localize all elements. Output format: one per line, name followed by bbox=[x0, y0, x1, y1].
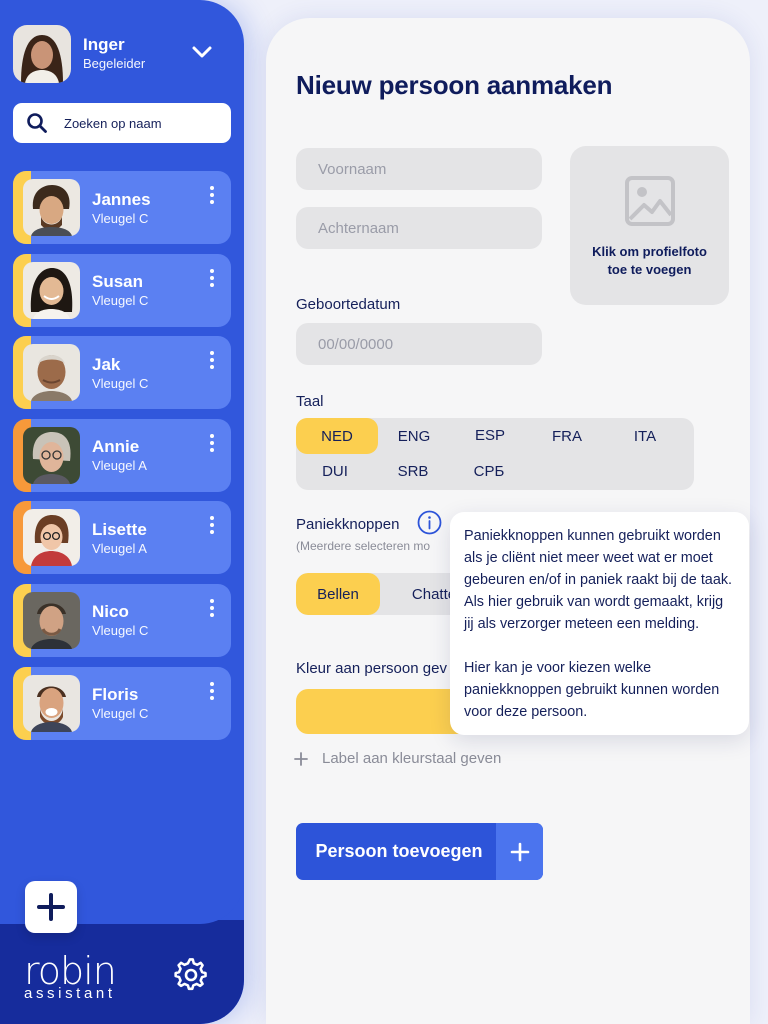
search-icon bbox=[27, 113, 47, 133]
client-name: Nico bbox=[92, 602, 129, 622]
add-person-plus bbox=[496, 823, 543, 880]
plus-icon bbox=[294, 751, 308, 766]
user-name: Inger bbox=[83, 35, 125, 54]
client-card-lisette[interactable]: Lisette Vleugel A bbox=[13, 501, 231, 575]
add-person-label: Persoon toevoegen bbox=[315, 841, 483, 861]
client-photo bbox=[23, 344, 80, 402]
client-card-susan[interactable]: Susan Vleugel C bbox=[13, 253, 231, 327]
client-card-annie[interactable]: Annie Vleugel A bbox=[13, 418, 231, 492]
search-input[interactable] bbox=[64, 115, 214, 131]
user-avatar bbox=[13, 25, 71, 83]
robin-assistant-logo: robin assistant bbox=[24, 952, 134, 1006]
language-option-esp[interactable]: ESP bbox=[449, 417, 531, 453]
client-ward: Vleugel C bbox=[92, 210, 149, 226]
more-options-icon[interactable] bbox=[209, 515, 215, 535]
client-photo bbox=[23, 261, 80, 319]
client-ward: Vleugel C bbox=[92, 706, 149, 722]
client-photo bbox=[23, 591, 80, 649]
client-card-nico[interactable]: Nico Vleugel C bbox=[13, 583, 231, 657]
photo-upload-text: Klik om profielfoto toe te voegen bbox=[592, 244, 707, 277]
language-option-ned[interactable]: NED bbox=[296, 418, 378, 454]
language-option-dui[interactable]: DUI bbox=[294, 453, 376, 489]
client-name: Floris bbox=[92, 685, 139, 705]
panic-buttons-tooltip: Paniekknoppen kunnen gebruikt worden als… bbox=[450, 512, 749, 735]
add-color-label-link[interactable]: Label aan kleurstaal geven bbox=[294, 750, 501, 767]
add-person-button[interactable]: Persoon toevoegen bbox=[296, 823, 543, 880]
plus-icon bbox=[510, 842, 529, 861]
panic-option-call[interactable]: Bellen bbox=[296, 573, 380, 615]
client-photo bbox=[23, 509, 80, 567]
page-title: Nieuw persoon aanmaken bbox=[296, 70, 613, 100]
client-card-jak[interactable]: Jak Vleugel C bbox=[13, 336, 231, 410]
client-ward: Vleugel A bbox=[92, 458, 147, 474]
client-ward: Vleugel C bbox=[92, 623, 149, 639]
plus-icon bbox=[37, 893, 65, 921]
lastname-field bbox=[296, 207, 542, 249]
client-photo bbox=[23, 674, 80, 732]
client-name: Annie bbox=[92, 437, 140, 457]
client-ward: Vleugel C bbox=[92, 293, 149, 309]
tooltip-paragraph-2: Hier kan je voor kiezen welke paniekknop… bbox=[464, 660, 720, 720]
color-label: Kleur aan persoon gev bbox=[296, 660, 447, 677]
panic-buttons-hint: (Meerdere selecteren mo bbox=[296, 539, 431, 553]
add-color-label-text: Label aan kleurstaal geven bbox=[322, 750, 502, 767]
client-ward: Vleugel C bbox=[92, 375, 149, 391]
client-name: Jannes bbox=[92, 189, 151, 209]
lastname-input[interactable] bbox=[318, 219, 518, 237]
gear-icon[interactable] bbox=[174, 958, 208, 992]
language-option-srb[interactable]: SRB bbox=[372, 453, 454, 489]
logo-sub: assistant bbox=[24, 985, 116, 1002]
image-icon bbox=[625, 176, 675, 226]
client-name: Lisette bbox=[92, 519, 147, 539]
firstname-input[interactable] bbox=[318, 160, 518, 178]
client-name: Jak bbox=[92, 354, 121, 374]
sidebar: Inger Begeleider Jannes Vleugel C bbox=[0, 0, 244, 1024]
more-options-icon[interactable] bbox=[209, 681, 215, 701]
tooltip-paragraph-1: Paniekknoppen kunnen gebruikt worden als… bbox=[464, 528, 733, 632]
client-card-jannes[interactable]: Jannes Vleugel C bbox=[13, 171, 231, 244]
more-options-icon[interactable] bbox=[209, 185, 215, 205]
more-options-icon[interactable] bbox=[209, 268, 215, 288]
firstname-field bbox=[296, 148, 542, 190]
more-options-icon[interactable] bbox=[209, 433, 215, 453]
language-label: Taal bbox=[296, 393, 324, 410]
client-ward: Vleugel A bbox=[92, 540, 147, 556]
search-bar bbox=[13, 103, 231, 143]
language-option-srb-cyrillic[interactable]: СРБ bbox=[448, 453, 530, 489]
panic-buttons-label: Paniekknoppen bbox=[296, 516, 400, 533]
info-icon[interactable] bbox=[417, 510, 442, 535]
more-options-icon[interactable] bbox=[209, 350, 215, 370]
client-list: Jannes Vleugel C Susan Vleugel C Jak Vle… bbox=[13, 171, 231, 749]
language-option-eng[interactable]: ENG bbox=[373, 418, 455, 454]
client-photo bbox=[23, 426, 80, 484]
user-profile[interactable]: Inger Begeleider bbox=[13, 24, 231, 84]
language-option-fra[interactable]: FRA bbox=[526, 418, 608, 454]
birthdate-label: Geboortedatum bbox=[296, 296, 401, 313]
client-card-floris[interactable]: Floris Vleugel C bbox=[13, 666, 231, 740]
language-option-ita[interactable]: ITA bbox=[604, 418, 686, 454]
user-role: Begeleider bbox=[83, 56, 146, 71]
client-name: Susan bbox=[92, 272, 144, 292]
birthdate-input[interactable] bbox=[318, 335, 518, 353]
chevron-down-icon[interactable] bbox=[191, 44, 213, 60]
client-photo bbox=[23, 179, 80, 236]
birthdate-field bbox=[296, 323, 542, 365]
more-options-icon[interactable] bbox=[209, 598, 215, 618]
profile-photo-upload[interactable]: Klik om profielfoto toe te voegen bbox=[570, 146, 729, 305]
language-selector: NED ENG ESP FRA ITA DUI SRB СРБ bbox=[296, 418, 694, 490]
add-client-button[interactable] bbox=[25, 881, 77, 933]
